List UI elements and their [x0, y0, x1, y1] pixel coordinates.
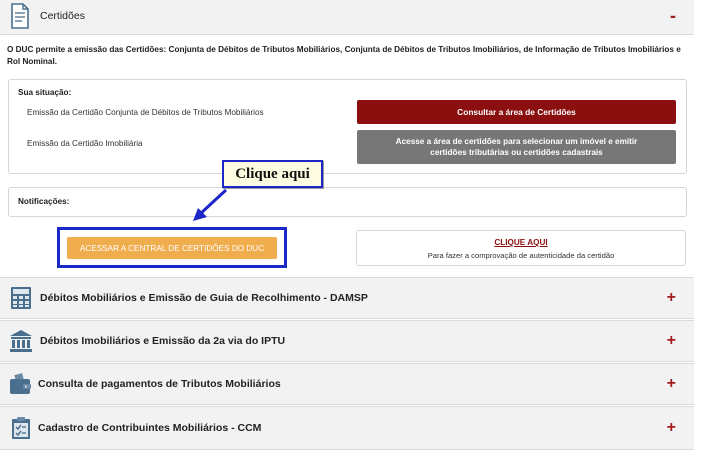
acessar-area-certidoes-button[interactable]: Acesse a área de certidões para selecion…: [357, 130, 676, 164]
consulta-pagamentos-header[interactable]: Consulta de pagamentos de Tributos Mobil…: [0, 363, 694, 405]
section-title: Débitos Mobiliários e Emissão de Guia de…: [40, 292, 368, 304]
bank-icon: [9, 329, 33, 353]
certidoes-title: Certidões: [40, 10, 85, 22]
expand-toggle[interactable]: +: [667, 375, 676, 393]
section-title: Débitos Imobiliários e Emissão da 2a via…: [40, 335, 286, 347]
callout-arrow-icon: [193, 188, 228, 221]
debitos-mobiliarios-header[interactable]: Débitos Mobiliários e Emissão de Guia de…: [0, 277, 694, 319]
certidao-mobiliaria-label: Emissão da Certidão Conjunta de Débitos …: [27, 108, 264, 117]
cadastro-contribuintes-header[interactable]: Cadastro de Contribuintes Mobiliários - …: [0, 406, 694, 450]
acessar-central-certidoes-button[interactable]: ACESSAR A CENTRAL DE CERTIDÕES DO DUC: [67, 237, 277, 259]
certidoes-header[interactable]: Certidões -: [0, 0, 694, 35]
calculator-icon: [9, 286, 33, 310]
clique-aqui-link[interactable]: CLIQUE AQUI: [356, 238, 686, 247]
wallet-icon: [9, 372, 33, 396]
situacao-label: Sua situação:: [18, 88, 72, 97]
certidoes-intro: O DUC permite a emissão das Certidões: C…: [7, 45, 681, 66]
collapse-toggle[interactable]: -: [670, 6, 676, 27]
certidao-imobiliaria-label: Emissão da Certidão Imobiliária: [27, 139, 143, 148]
section-title: Consulta de pagamentos de Tributos Mobil…: [38, 378, 281, 390]
consultar-certidoes-button[interactable]: Consultar a área de Certidões: [357, 100, 676, 124]
debitos-imobiliarios-header[interactable]: Débitos Imobiliários e Emissão da 2a via…: [0, 320, 694, 362]
expand-toggle[interactable]: +: [667, 332, 676, 350]
document-icon: [10, 3, 30, 29]
expand-toggle[interactable]: +: [667, 419, 676, 437]
expand-toggle[interactable]: +: [667, 289, 676, 307]
notificacoes-label: Notificações:: [18, 197, 70, 206]
section-title: Cadastro de Contribuintes Mobiliários - …: [38, 422, 262, 434]
verificar-autenticidade-box: [356, 230, 686, 266]
clique-aqui-callout: Clique aqui: [222, 160, 323, 188]
verificar-autenticidade-text: Para fazer a comprovação de autenticidad…: [427, 251, 615, 260]
clipboard-icon: [9, 416, 33, 440]
notificacoes-box: [8, 187, 687, 217]
